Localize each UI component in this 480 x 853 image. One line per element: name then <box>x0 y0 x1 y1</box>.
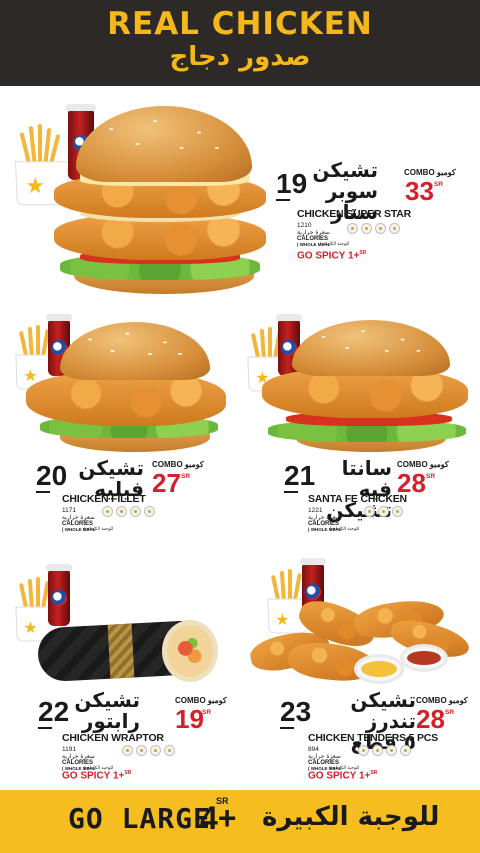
price-currency: SR <box>434 181 444 188</box>
mustard-icon <box>389 223 400 234</box>
item-name-arabic-line: تشيكن تندرز <box>350 688 416 733</box>
whole-meal-label: ( WHOLE MEAL <box>308 527 342 532</box>
chicken-fillet-photo: ★ <box>14 314 234 458</box>
go-spicy-currency: SR <box>370 770 378 776</box>
menu-item-chicken-wraptor[interactable]: ★ تشيكن رابتور 22 CHICKEN WRAPTOR 1191 س… <box>0 556 240 788</box>
calories-label-arabic: سعرة حرارية <box>308 514 341 521</box>
item-name-english: CHICKEN SUPER STAR <box>297 208 412 220</box>
item-number: 21 <box>284 460 316 493</box>
item-name-arabic-line: تشيكن <box>74 688 140 712</box>
item-name-arabic-line: تشيكن <box>312 158 378 182</box>
santa-fe-chicken-photo: ★ <box>246 314 474 458</box>
egg-icon <box>364 506 375 517</box>
sauce-cup-icon <box>400 644 448 672</box>
item-number: 23 <box>280 696 312 729</box>
price-currency: SR <box>426 473 436 480</box>
menu-item-chicken-tenders[interactable]: ★ تشيكن تندرز ٥ قطع 23 CHICKEN TENDERS 5… <box>240 556 480 788</box>
calories-value: 1171 <box>62 507 76 514</box>
item-name-arabic: تشيكن رابتور <box>60 690 140 732</box>
allergen-icons <box>358 745 411 756</box>
go-large-label-arabic: للوجبة الكبيرة <box>262 802 440 832</box>
wheat-icon <box>130 506 141 517</box>
item-number: 22 <box>38 696 70 729</box>
price-currency: SR <box>202 709 212 716</box>
calories-label-arabic: سعرة حرارية <box>62 514 95 521</box>
go-spicy-upsell[interactable]: GO SPICY 1+SR <box>62 770 131 781</box>
go-spicy-upsell[interactable]: GO SPICY 1+SR <box>308 770 377 781</box>
calories-value: 894 <box>308 746 319 753</box>
calories-label-arabic: سعرة حرارية <box>62 753 95 760</box>
item-name-arabic-line: رابتور <box>81 709 140 733</box>
item-number: 19 <box>276 168 308 201</box>
go-large-banner[interactable]: GO LARGE 4+ SR للوجبة الكبيرة <box>0 790 480 853</box>
calories-value: 1221 <box>308 507 323 514</box>
menu-title: REAL CHICKEN <box>107 6 373 42</box>
item-name-english: SANTA FE CHICKEN <box>308 493 407 505</box>
go-large-currency: SR <box>216 796 229 806</box>
allergen-icons <box>122 745 175 756</box>
wheat-icon <box>378 506 389 517</box>
price-currency: SR <box>445 709 455 716</box>
go-spicy-currency: SR <box>359 250 367 256</box>
sauce-cup-icon <box>354 654 404 684</box>
wheat-icon <box>386 745 397 756</box>
allergen-icons <box>102 506 155 517</box>
wheat-icon <box>372 745 383 756</box>
mustard-icon <box>400 745 411 756</box>
go-spicy-label: GO SPICY 1+ <box>308 770 371 782</box>
wheat-icon <box>136 745 147 756</box>
item-name-english: CHICKEN FILLET <box>62 493 146 505</box>
menu-item-chicken-super-star[interactable]: ★ تشيكن سوبر ستار 19 CHICKEN SUPER STAR … <box>0 86 480 306</box>
chicken-super-star-photo: ★ <box>10 104 270 294</box>
go-spicy-label: GO SPICY 1+ <box>297 250 360 262</box>
allergen-icons <box>364 506 403 517</box>
go-spicy-upsell[interactable]: GO SPICY 1+SR <box>297 250 366 261</box>
mustard-icon <box>144 506 155 517</box>
wheat-icon <box>150 745 161 756</box>
mustard-icon <box>392 506 403 517</box>
chicken-tenders-photo: ★ <box>244 558 476 692</box>
calories-value: 1210 <box>297 222 312 229</box>
go-spicy-label: GO SPICY 1+ <box>62 770 125 782</box>
egg-icon <box>358 745 369 756</box>
chicken-wraptor-photo: ★ <box>14 562 234 686</box>
drink-cup-icon <box>46 564 72 626</box>
egg-icon <box>122 745 133 756</box>
menu-item-chicken-fillet[interactable]: ★ تشيكن فيليه 20 CHICKEN FILLET 1171 سعر… <box>0 310 240 550</box>
egg-icon <box>102 506 113 517</box>
menu-title-arabic: صدور دجاج <box>169 42 311 72</box>
whole-meal-label: ( WHOLE MEAL <box>297 242 331 247</box>
combo-price: 33 <box>405 176 434 206</box>
calories-label-arabic: سعرة حرارية <box>308 753 341 760</box>
combo-price: 27 <box>152 468 181 498</box>
item-name-arabic-line: تشيكن <box>78 456 144 480</box>
menu-header: REAL CHICKEN صدور دجاج <box>0 0 480 86</box>
combo-price: 28 <box>416 704 445 734</box>
menu-item-santa-fe-chicken[interactable]: ★ سانتا فيه تشيكن 21 SANTA FE CHICKEN 12… <box>240 310 480 550</box>
allergen-icons <box>347 223 400 234</box>
calories-label-arabic: سعرة حرارية <box>297 229 330 236</box>
combo-price: 19 <box>175 704 204 734</box>
item-number: 20 <box>36 460 68 493</box>
price-currency: SR <box>181 473 191 480</box>
whole-meal-label: ( WHOLE MEAL <box>62 527 96 532</box>
go-large-label: GO LARGE <box>68 802 211 835</box>
item-name-english: CHICKEN WRAPTOR <box>62 732 164 744</box>
wheat-icon <box>375 223 386 234</box>
mustard-icon <box>164 745 175 756</box>
go-spicy-currency: SR <box>124 770 132 776</box>
calories-value: 1191 <box>62 746 76 753</box>
combo-price: 28 <box>397 468 426 498</box>
wheat-icon <box>116 506 127 517</box>
egg-icon <box>347 223 358 234</box>
wheat-icon <box>361 223 372 234</box>
